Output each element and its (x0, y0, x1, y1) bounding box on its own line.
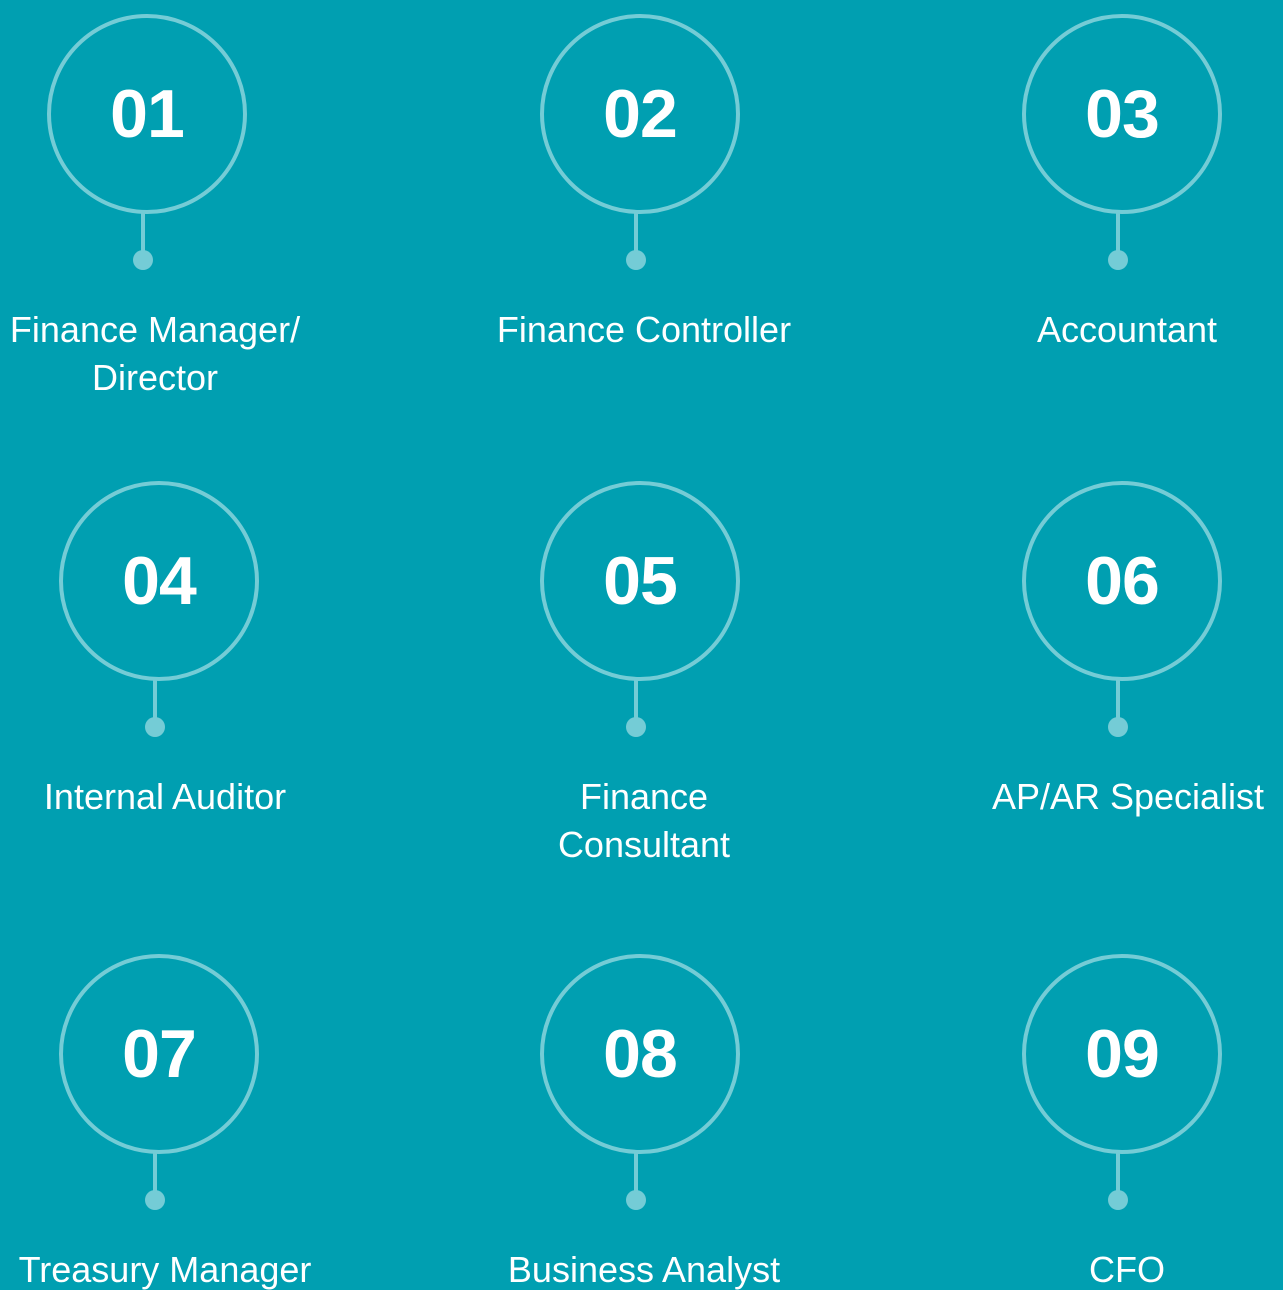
role-title: CFO (1089, 1249, 1165, 1290)
connector-dot (145, 717, 165, 737)
connector-line (634, 210, 638, 252)
number-circle: 04 (59, 481, 259, 681)
role-number: 03 (1085, 76, 1160, 152)
role-title: Finance Controller (496, 309, 792, 350)
role-number: 05 (603, 543, 678, 619)
number-circle: 05 (540, 481, 740, 681)
roles-grid: 01 Finance Manager/ Director 02 Finance … (0, 0, 1283, 1290)
connector-line (1116, 1150, 1120, 1192)
role-number: 06 (1085, 543, 1160, 619)
role-title: Finance Manager/ Director (9, 309, 301, 398)
role-number: 04 (122, 543, 197, 619)
connector-dot (1108, 1190, 1128, 1210)
role-title: Internal Auditor (43, 776, 287, 817)
role-title: AP/AR Specialist (991, 776, 1265, 817)
connector-dot (1108, 250, 1128, 270)
connector-line (1116, 210, 1120, 252)
connector-dot (145, 1190, 165, 1210)
role-title: Business Analyst (507, 1249, 781, 1290)
number-circle: 02 (540, 14, 740, 214)
number-circle: 06 (1022, 481, 1222, 681)
connector-dot (1108, 717, 1128, 737)
connector-line (634, 1150, 638, 1192)
role-number: 08 (603, 1016, 678, 1092)
role-number: 07 (122, 1016, 197, 1092)
number-circle: 08 (540, 954, 740, 1154)
connector-line (634, 677, 638, 719)
connector-dot (626, 1190, 646, 1210)
connector-line (1116, 677, 1120, 719)
connector-dot (626, 717, 646, 737)
connector-line (153, 1150, 157, 1192)
role-number: 01 (110, 76, 185, 152)
connector-line (141, 210, 145, 252)
role-number: 02 (603, 76, 678, 152)
role-title: Treasury Manager (18, 1249, 312, 1290)
role-title: Accountant (1036, 309, 1218, 350)
number-circle: 01 (47, 14, 247, 214)
connector-line (153, 677, 157, 719)
number-circle: 09 (1022, 954, 1222, 1154)
role-number: 09 (1085, 1016, 1160, 1092)
role-title: Finance Consultant (557, 776, 731, 865)
connector-dot (133, 250, 153, 270)
number-circle: 07 (59, 954, 259, 1154)
number-circle: 03 (1022, 14, 1222, 214)
connector-dot (626, 250, 646, 270)
